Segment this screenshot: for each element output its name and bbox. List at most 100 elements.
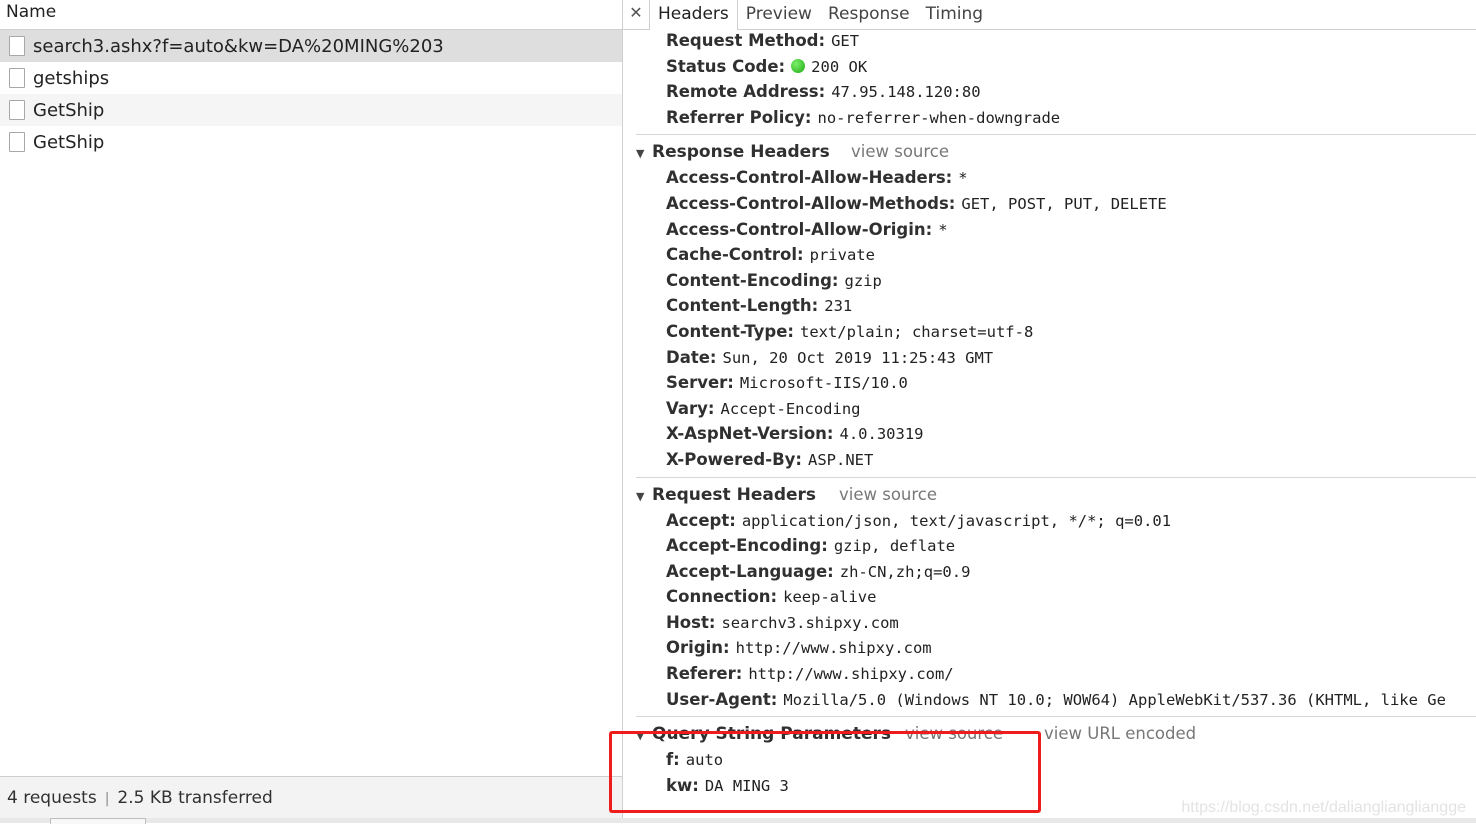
detail-tabbar: ✕ Headers Preview Response Timing xyxy=(623,0,1476,30)
request-header-row: User-Agent: Mozilla/5.0 (Windows NT 10.0;… xyxy=(636,687,1476,713)
response-header-row: Content-Length: 231 xyxy=(636,293,1476,319)
request-row[interactable]: getships xyxy=(0,62,622,94)
request-name: GetShip xyxy=(33,131,105,153)
request-list-pane: Name search3.ashx?f=auto&kw=DA%20MING%20… xyxy=(0,0,623,823)
header-value: keep-alive xyxy=(783,588,877,607)
response-header-row: Access-Control-Allow-Origin: * xyxy=(636,217,1476,243)
general-row: Referrer Policy: no-referrer-when-downgra… xyxy=(636,105,1476,131)
header-key: Origin: xyxy=(666,638,730,658)
header-key: Referrer Policy: xyxy=(666,107,812,127)
header-value: * xyxy=(958,169,968,188)
request-detail-pane: ✕ Headers Preview Response Timing Reques… xyxy=(623,0,1476,818)
close-icon[interactable]: ✕ xyxy=(623,0,649,29)
header-key: Status Code: xyxy=(666,56,786,76)
name-column-header[interactable]: Name xyxy=(0,0,622,30)
header-value: Sun, 20 Oct 2019 11:25:43 GMT xyxy=(722,348,994,367)
watermark: https://blog.csdn.net/daliangliangliangg… xyxy=(1181,799,1466,816)
header-value: searchv3.shipxy.com xyxy=(721,613,899,632)
request-header-row: Accept-Encoding: gzip, deflate xyxy=(636,533,1476,559)
request-header-row: Referer: http://www.shipxy.com/ xyxy=(636,661,1476,687)
document-icon xyxy=(9,68,25,88)
request-row[interactable]: GetShip xyxy=(0,94,622,126)
tab-headers[interactable]: Headers xyxy=(649,0,738,30)
response-header-row: X-AspNet-Version: 4.0.30319 xyxy=(636,421,1476,447)
view-source-link[interactable]: view source xyxy=(851,139,949,165)
document-icon xyxy=(9,132,25,152)
param-key: kw: xyxy=(666,775,699,795)
header-key: Connection: xyxy=(666,587,778,607)
header-key: Host: xyxy=(666,612,716,632)
request-header-row: Host: searchv3.shipxy.com xyxy=(636,610,1476,636)
header-key: X-Powered-By: xyxy=(666,449,803,469)
view-source-link[interactable]: view source xyxy=(905,721,1003,747)
section-divider xyxy=(636,134,1476,136)
collapse-triangle-icon: ▼ xyxy=(636,729,645,743)
section-title: Query String Parameters xyxy=(652,724,891,745)
query-params-toggle[interactable]: ▼ Query String Parameters view source vie… xyxy=(636,721,1476,747)
header-value: Mozilla/5.0 (Windows NT 10.0; WOW64) App… xyxy=(783,690,1446,709)
header-value: 47.95.148.120:80 xyxy=(831,83,981,102)
response-header-row: Server: Microsoft-IIS/10.0 xyxy=(636,370,1476,396)
document-icon xyxy=(9,36,25,56)
header-value: no-referrer-when-downgrade xyxy=(817,108,1061,127)
response-header-row: Content-Encoding: gzip xyxy=(636,268,1476,294)
section-divider xyxy=(636,476,1476,478)
header-key: Access-Control-Allow-Origin: xyxy=(666,219,933,239)
header-value: 200 OK xyxy=(811,57,868,76)
headers-content: Request Method: GET Status Code: 200 OK Re… xyxy=(636,30,1476,798)
header-key: Referer: xyxy=(666,664,743,684)
request-row[interactable]: GetShip xyxy=(0,126,622,158)
request-header-row: Accept: application/json, text/javascript… xyxy=(636,508,1476,534)
general-row: Status Code: 200 OK xyxy=(636,54,1476,80)
request-name: GetShip xyxy=(33,99,105,121)
response-header-row: X-Powered-By: ASP.NET xyxy=(636,447,1476,473)
header-value: ASP.NET xyxy=(808,450,874,469)
header-key: Accept: xyxy=(666,510,736,530)
header-key: Remote Address: xyxy=(666,82,826,102)
param-value: auto xyxy=(685,751,724,770)
section-title: Request Headers xyxy=(652,484,817,505)
header-value: http://www.shipxy.com/ xyxy=(748,665,954,684)
response-headers-toggle[interactable]: ▼ Response Headers view source xyxy=(636,139,1476,165)
view-source-link[interactable]: view source xyxy=(839,482,937,508)
document-icon xyxy=(9,100,25,120)
tab-response[interactable]: Response xyxy=(820,0,918,29)
view-url-encoded-link[interactable]: view URL encoded xyxy=(1044,721,1196,747)
network-status-bar: 4 requests | 2.5 KB transferred xyxy=(0,776,622,818)
header-key: Content-Length: xyxy=(666,296,819,316)
header-value: gzip, deflate xyxy=(833,537,956,556)
header-value: private xyxy=(809,246,875,265)
tab-timing[interactable]: Timing xyxy=(918,0,991,29)
header-key: X-AspNet-Version: xyxy=(666,424,834,444)
header-value: gzip xyxy=(844,271,882,290)
response-header-row: Content-Type: text/plain; charset=utf-8 xyxy=(636,319,1476,345)
drawer-tab[interactable] xyxy=(50,818,146,824)
response-header-row: Vary: Accept-Encoding xyxy=(636,396,1476,422)
section-divider xyxy=(636,716,1476,718)
header-key: Access-Control-Allow-Headers: xyxy=(666,168,953,188)
header-value: text/plain; charset=utf-8 xyxy=(799,322,1034,341)
section-title: Response Headers xyxy=(652,142,830,163)
query-param-row: kw: DA MING 3 xyxy=(636,773,1476,799)
header-value: GET xyxy=(831,32,860,50)
param-value: DA MING 3 xyxy=(704,776,789,795)
header-value: application/json, text/javascript, */*; … xyxy=(741,511,1172,530)
header-value: Microsoft-IIS/10.0 xyxy=(739,374,908,393)
request-headers-toggle[interactable]: ▼ Request Headers view source xyxy=(636,482,1476,508)
request-name: getships xyxy=(33,67,110,89)
header-value: Accept-Encoding xyxy=(720,399,861,418)
response-header-row: Access-Control-Allow-Headers: * xyxy=(636,165,1476,191)
header-key: Cache-Control: xyxy=(666,245,804,265)
header-key: Request Method: xyxy=(666,31,826,50)
header-key: Accept-Language: xyxy=(666,561,834,581)
general-row: Remote Address: 47.95.148.120:80 xyxy=(636,79,1476,105)
header-value: 4.0.30319 xyxy=(839,425,924,444)
status-ok-icon xyxy=(791,58,806,73)
response-header-row: Cache-Control: private xyxy=(636,242,1476,268)
collapse-triangle-icon: ▼ xyxy=(636,147,645,161)
collapse-triangle-icon: ▼ xyxy=(636,489,645,503)
request-header-row: Connection: keep-alive xyxy=(636,584,1476,610)
request-row[interactable]: search3.ashx?f=auto&kw=DA%20MING%203 xyxy=(0,30,622,62)
tab-preview[interactable]: Preview xyxy=(738,0,820,29)
header-key: Date: xyxy=(666,347,717,367)
